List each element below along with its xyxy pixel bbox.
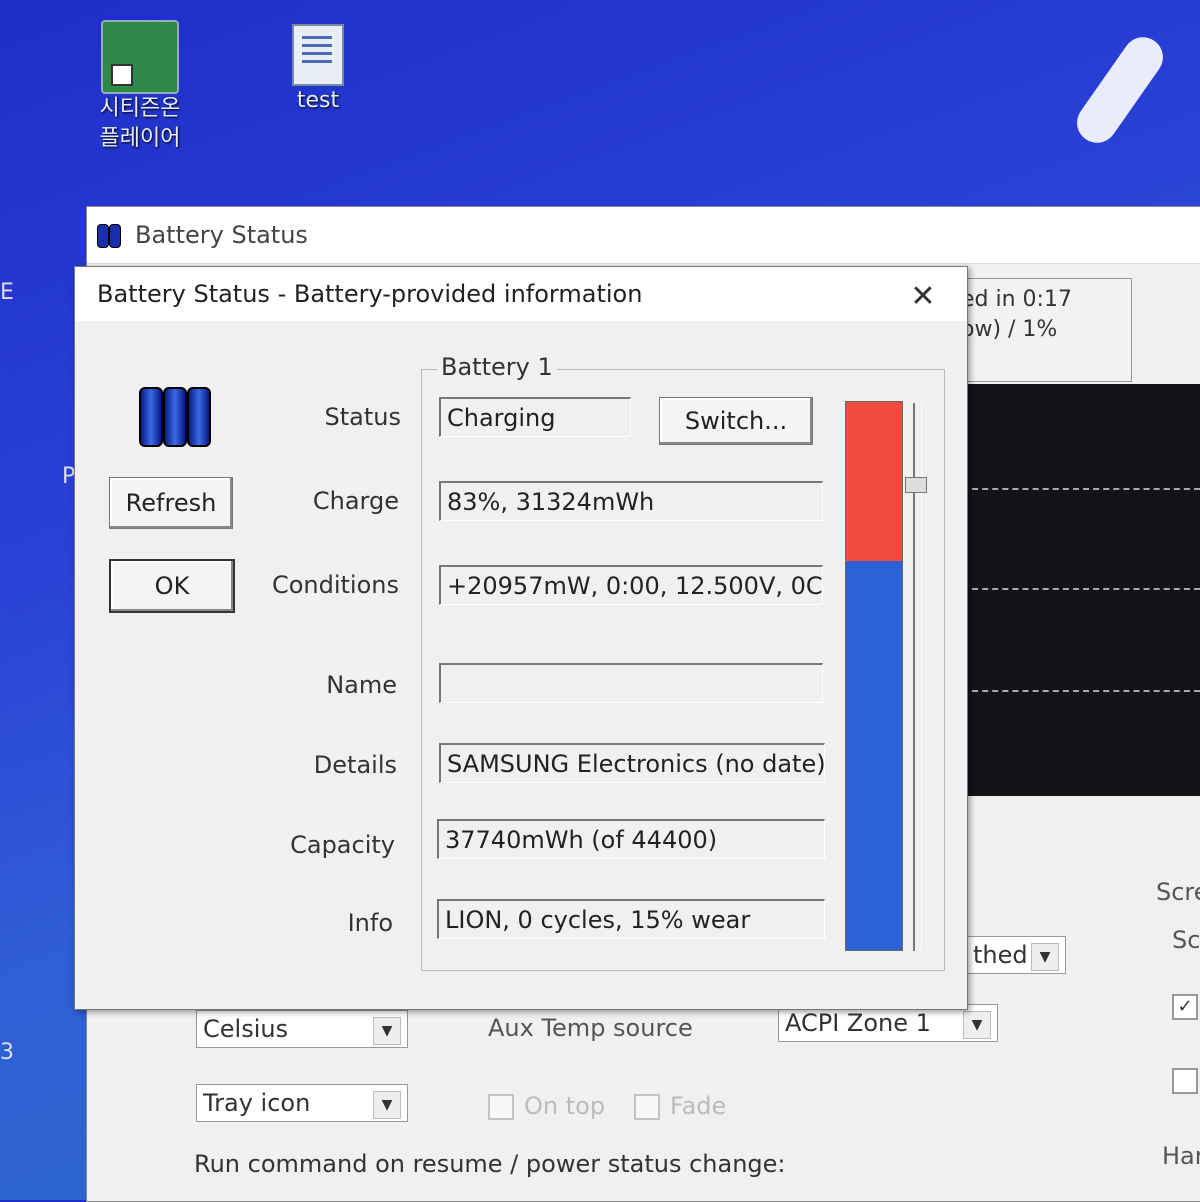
charge-label: Charge — [312, 487, 399, 515]
name-label: Name — [326, 671, 397, 699]
temp-unit-value: Celsius — [203, 1015, 289, 1043]
desktop-icon-test[interactable]: test — [258, 24, 378, 116]
charge-level-fill — [846, 560, 902, 950]
media-player-shortcut-icon — [101, 20, 179, 94]
offscreen-label: 3 — [0, 1040, 14, 1065]
conditions-value: +20957mW, 0:00, 12.500V, 0C — [439, 565, 823, 605]
status-value: Charging — [439, 397, 631, 437]
fade-checkbox[interactable] — [634, 1094, 660, 1120]
desktop-icon-label: test — [296, 88, 340, 113]
battery-app-icon — [95, 220, 125, 250]
conditions-label: Conditions — [271, 571, 399, 599]
battery-cell — [163, 387, 187, 447]
info-value: LION, 0 cycles, 15% wear — [437, 899, 825, 939]
status-summary-line: ow) / 1% — [961, 317, 1058, 342]
battery-cell — [187, 387, 211, 447]
charge-slider-thumb[interactable] — [905, 477, 927, 493]
chevron-down-icon[interactable]: ▼ — [963, 1011, 991, 1039]
on-top-label: On top — [524, 1092, 606, 1120]
graph-gridline — [962, 690, 1200, 692]
details-value: SAMSUNG Electronics (no date) — [439, 743, 825, 783]
chevron-down-icon[interactable]: ▼ — [1031, 943, 1059, 971]
on-top-checkbox[interactable] — [488, 1094, 514, 1120]
main-window-titlebar: Battery Status — [87, 207, 1200, 264]
document-icon — [292, 24, 344, 86]
screen-option-checkbox[interactable] — [1172, 1068, 1198, 1094]
status-summary-line: ed in 0:17 — [961, 287, 1072, 312]
charge-value: 83%, 31324mWh — [439, 481, 823, 521]
main-window-title: Battery Status — [135, 221, 308, 249]
desktop-icon-label: 플레이어 — [99, 126, 181, 151]
screen-glare — [1069, 29, 1171, 151]
screen-option-label: Sc — [1172, 926, 1200, 954]
hardware-group-label: Har — [1162, 1142, 1200, 1170]
chevron-down-icon[interactable]: ▼ — [373, 1017, 401, 1045]
matched-dropdown[interactable]: thed ▼ — [966, 936, 1066, 974]
graph-gridline — [962, 488, 1200, 490]
aux-temp-value: ACPI Zone 1 — [785, 1009, 931, 1037]
ok-button[interactable]: OK — [109, 559, 235, 613]
offscreen-label: E — [0, 280, 14, 305]
battery-icon — [137, 377, 213, 447]
battery-history-graph — [962, 384, 1200, 796]
charge-level-bar — [845, 401, 903, 951]
run-command-label: Run command on resume / power status cha… — [194, 1150, 786, 1178]
aux-temp-label: Aux Temp source — [488, 1014, 693, 1042]
status-label: Status — [324, 403, 401, 431]
screen-option-checkbox-checked[interactable]: ✓ — [1172, 994, 1198, 1020]
close-icon[interactable]: ✕ — [905, 279, 941, 315]
temp-unit-select[interactable]: Celsius ▼ — [196, 1010, 408, 1048]
display-mode-select[interactable]: Tray icon ▼ — [196, 1084, 408, 1122]
battery-info-dialog: Battery Status - Battery-provided inform… — [74, 266, 968, 1010]
screen-group-label: Scre — [1156, 878, 1200, 906]
refresh-button[interactable]: Refresh — [109, 477, 233, 529]
chevron-down-icon[interactable]: ▼ — [373, 1091, 401, 1119]
info-label: Info — [347, 909, 393, 937]
name-value — [439, 663, 823, 703]
fade-label: Fade — [670, 1092, 727, 1120]
capacity-value: 37740mWh (of 44400) — [437, 819, 825, 859]
switch-button[interactable]: Switch... — [659, 397, 813, 445]
battery-cell — [139, 387, 163, 447]
graph-gridline — [962, 588, 1200, 590]
matched-dropdown-value: thed — [973, 941, 1028, 969]
desktop-icon-player[interactable]: 시티즌온 플레이어 — [80, 20, 200, 154]
dialog-title: Battery Status - Battery-provided inform… — [75, 267, 967, 321]
battery-group-label: Battery 1 — [437, 353, 557, 381]
desktop-icon-label: 시티즌온 — [99, 96, 181, 121]
details-label: Details — [313, 751, 397, 779]
capacity-label: Capacity — [290, 831, 395, 859]
display-mode-value: Tray icon — [203, 1089, 311, 1117]
charge-level-empty — [846, 402, 902, 561]
status-summary-panel: ed in 0:17 ow) / 1% — [960, 278, 1132, 382]
